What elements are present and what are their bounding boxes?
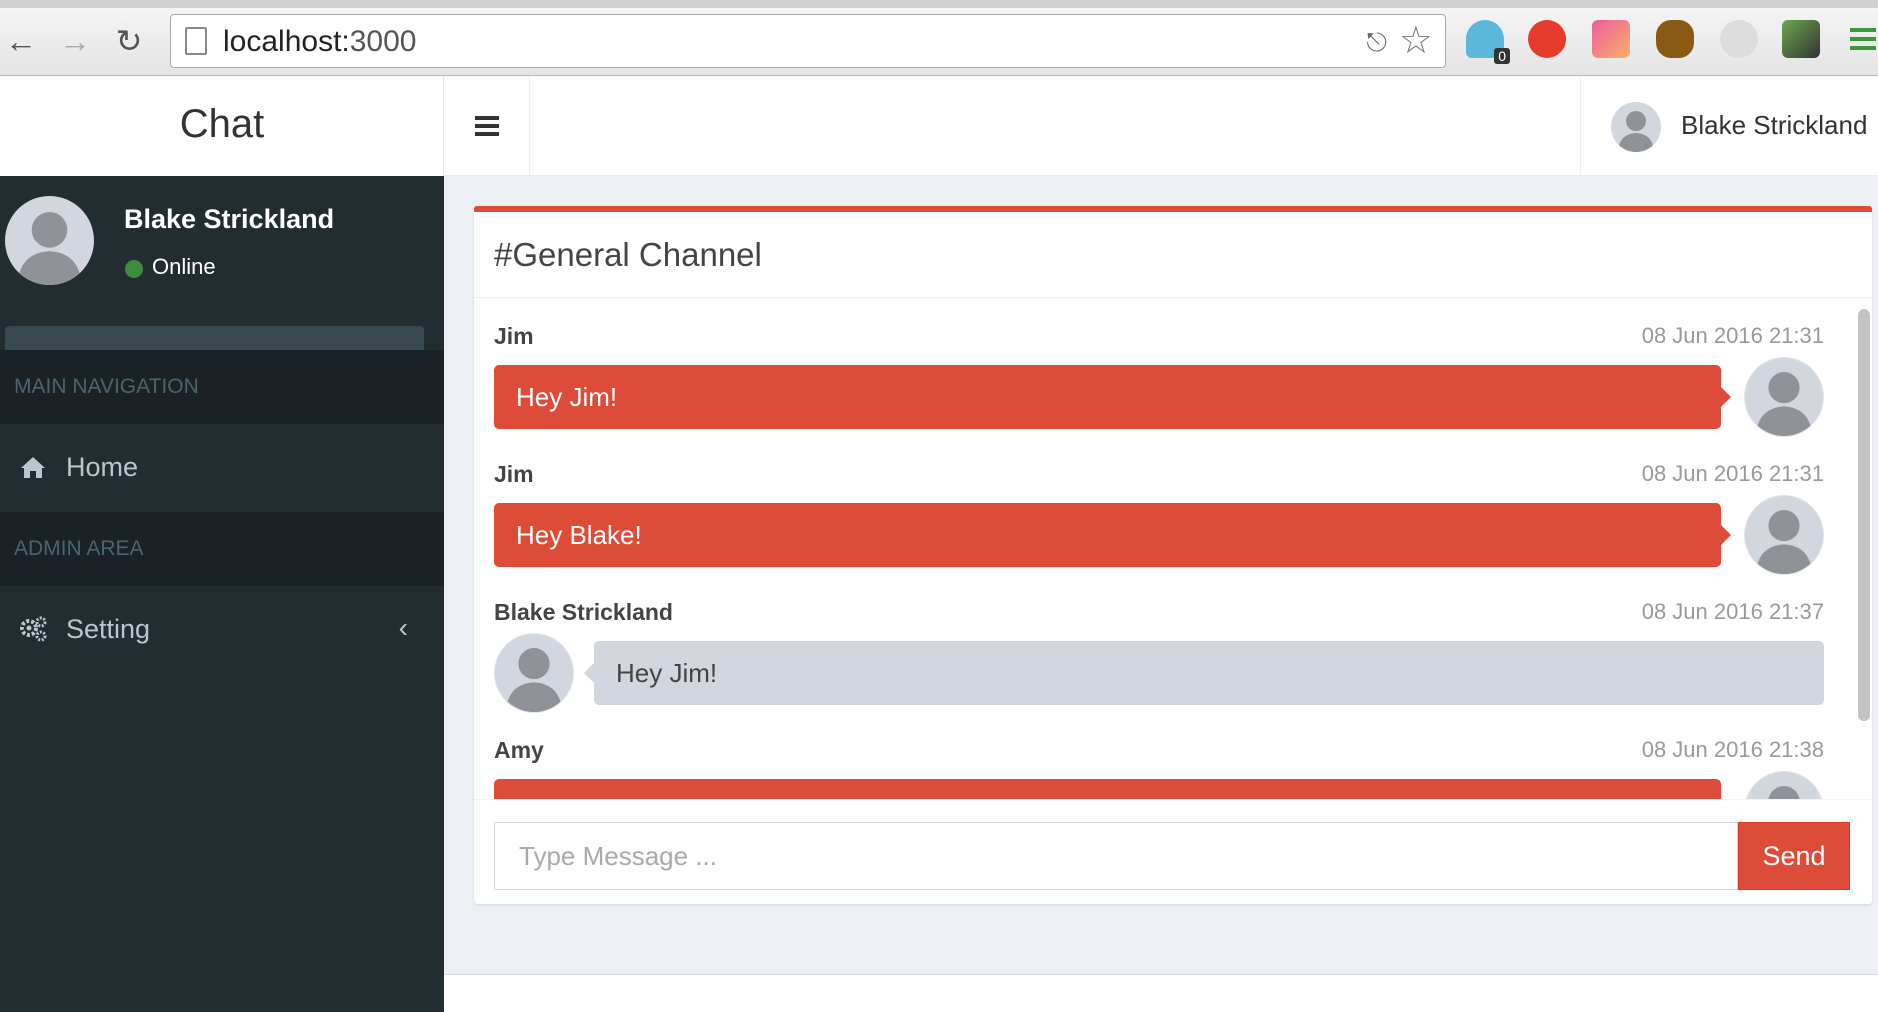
- url-port: 3000: [349, 25, 417, 58]
- user-silhouette-icon: [17, 212, 82, 285]
- eyedropper-icon[interactable]: [1782, 20, 1820, 58]
- user-silhouette-icon: [1755, 372, 1813, 436]
- online-status-icon: [125, 260, 143, 278]
- hamburger-icon: [475, 116, 499, 120]
- user-menu[interactable]: Blake Strickland: [1580, 76, 1878, 176]
- message-bubble: Hey Jim!: [494, 365, 1731, 429]
- sidebar: Blake Strickland Online MAIN NAVIGATION …: [0, 176, 444, 1012]
- extension-badge: 0: [1494, 48, 1510, 64]
- user-silhouette-icon: [1755, 510, 1813, 574]
- sidebar-user-name: Blake Strickland: [124, 204, 335, 234]
- app-logo[interactable]: Chat: [0, 76, 444, 176]
- message-author: Amy: [494, 737, 544, 763]
- footer-strip: [444, 974, 1878, 1012]
- sync-extension-icon[interactable]: [1720, 20, 1758, 58]
- message-timestamp: 08 Jun 2016 21:31: [1641, 323, 1824, 348]
- ghostery-icon[interactable]: 0: [1466, 20, 1510, 64]
- chrome-menu-icon[interactable]: [1846, 20, 1876, 58]
- back-arrow-icon[interactable]: ←: [4, 24, 38, 58]
- sidebar-item-home[interactable]: Home: [0, 424, 444, 512]
- avatar: [494, 633, 574, 713]
- section-main-navigation: MAIN NAVIGATION: [0, 350, 444, 424]
- chat-message: Jim 08 Jun 2016 21:31 Hey Blake!: [494, 461, 1824, 575]
- avatar: [1744, 495, 1824, 575]
- sidebar-item-label: Home: [66, 452, 139, 482]
- forward-arrow-icon[interactable]: →: [58, 24, 92, 58]
- sidebar-item-setting[interactable]: Setting ‹: [0, 586, 444, 674]
- chat-message: Blake Strickland 08 Jun 2016 21:37 Hey J…: [494, 599, 1824, 713]
- address-bar[interactable]: localhost:3000 ⎋ ☆: [170, 14, 1446, 68]
- message-timestamp: 08 Jun 2016 21:37: [1641, 599, 1824, 624]
- message-input[interactable]: [494, 822, 1738, 890]
- chat-message: Amy 08 Jun 2016 21:38: [494, 737, 1824, 799]
- avatar: [1744, 771, 1824, 799]
- hamburger-icon-line: [475, 132, 499, 136]
- url-host: localhost:: [223, 25, 350, 58]
- message-author: Blake Strickland: [494, 599, 673, 625]
- hamburger-icon-line: [475, 124, 499, 128]
- url-text[interactable]: localhost:3000: [223, 25, 417, 59]
- reload-icon[interactable]: ↻: [112, 24, 146, 58]
- key-icon[interactable]: ⎋: [1366, 27, 1387, 59]
- chat-box: #General Channel Jim 08 Jun 2016 21:31 H…: [474, 206, 1872, 904]
- user-silhouette-icon: [505, 648, 563, 712]
- user-silhouette-icon: [1768, 786, 1800, 799]
- color-extension-icon[interactable]: [1592, 20, 1630, 58]
- chat-box-header: #General Channel: [474, 212, 1872, 298]
- message-bubble: Hey Blake!: [494, 503, 1731, 567]
- avatar: [5, 196, 94, 285]
- gear-extension-icon[interactable]: [1656, 20, 1694, 58]
- page-icon: [185, 27, 207, 55]
- sidebar-toggle-button[interactable]: [444, 76, 530, 176]
- message-timestamp: 08 Jun 2016 21:31: [1641, 461, 1824, 486]
- scrollbar-thumb[interactable]: [1858, 309, 1870, 721]
- send-button[interactable]: Send: [1738, 822, 1850, 890]
- message-bubble: [494, 779, 1721, 799]
- avatar: [1611, 102, 1661, 152]
- chat-message: Jim 08 Jun 2016 21:31 Hey Jim!: [494, 323, 1824, 437]
- top-navbar: Blake Strickland: [444, 76, 1878, 176]
- bookmark-star-icon[interactable]: ☆: [1399, 21, 1433, 61]
- header-user-name: Blake Strickland: [1681, 110, 1868, 140]
- tab-strip: [0, 0, 1878, 8]
- message-list[interactable]: Jim 08 Jun 2016 21:31 Hey Jim! Jim 08 Ju…: [474, 299, 1872, 799]
- message-timestamp: 08 Jun 2016 21:38: [1641, 737, 1824, 762]
- app-title: Chat: [179, 102, 265, 146]
- gears-icon: [20, 616, 47, 642]
- user-silhouette-icon: [1618, 111, 1654, 152]
- user-panel: Blake Strickland Online: [0, 176, 444, 316]
- adblock-icon[interactable]: [1528, 20, 1566, 58]
- section-admin-area: ADMIN AREA: [0, 512, 444, 586]
- chevron-left-icon: ‹: [398, 612, 408, 643]
- message-author: Jim: [494, 461, 534, 487]
- channel-title: #General Channel: [494, 236, 762, 273]
- sidebar-item-label: Setting: [66, 614, 151, 644]
- status-label: Online: [152, 254, 216, 279]
- message-bubble: Hey Jim!: [584, 641, 1824, 705]
- chat-box-footer: Send: [474, 799, 1872, 904]
- browser-toolbar: ← → ↻ localhost:3000 ⎋ ☆ 0: [0, 0, 1878, 76]
- message-author: Jim: [494, 323, 534, 349]
- avatar: [1744, 357, 1824, 437]
- home-icon: [21, 457, 45, 478]
